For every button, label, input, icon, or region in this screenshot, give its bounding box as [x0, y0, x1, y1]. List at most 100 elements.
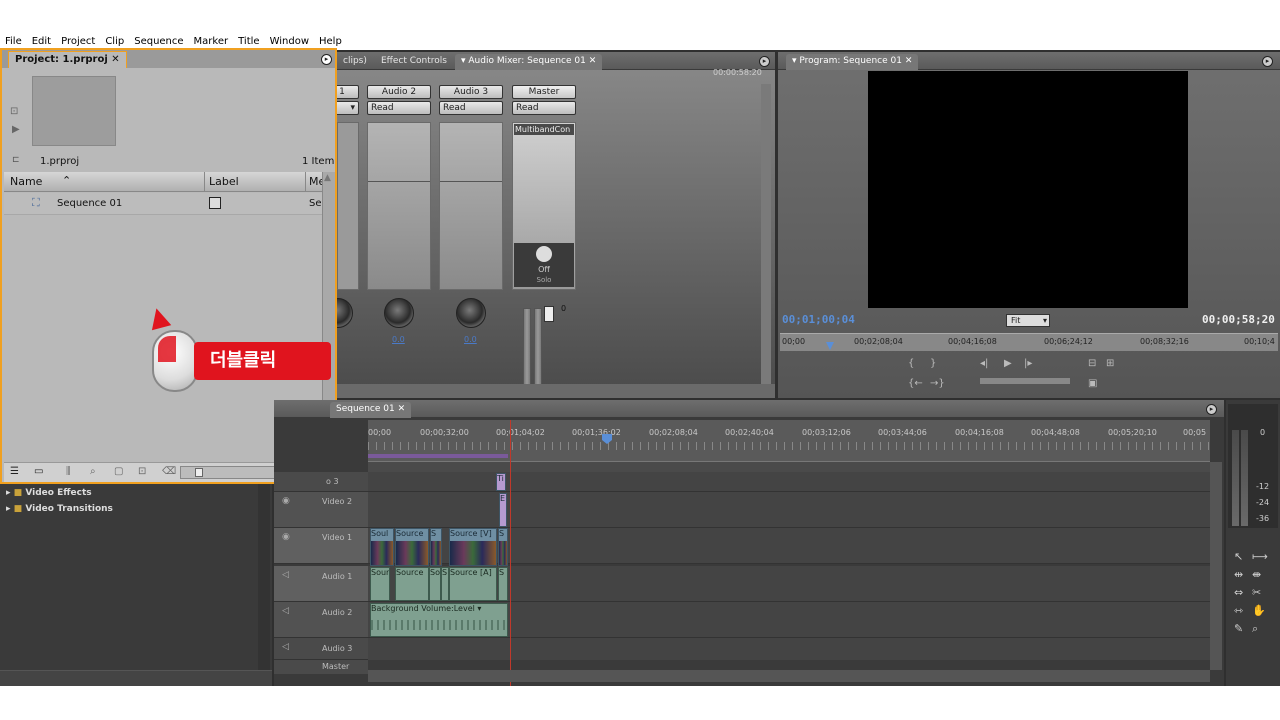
- track-select-tool-icon[interactable]: ⟼: [1252, 550, 1268, 563]
- audio-clip[interactable]: So: [429, 567, 441, 601]
- background-audio-clip[interactable]: Background Volume:Level ▾: [370, 603, 508, 637]
- new-bin-icon[interactable]: ▢: [114, 466, 123, 477]
- title-clip[interactable]: Ti: [496, 473, 506, 491]
- track-header-audio-3[interactable]: ◁ Audio 3: [274, 638, 368, 660]
- master-automation[interactable]: Read: [512, 101, 576, 115]
- channel-2-effects[interactable]: [367, 122, 431, 290]
- program-video-frame[interactable]: [868, 71, 1188, 308]
- panel-menu-icon[interactable]: ▸: [321, 54, 332, 65]
- audio-clip[interactable]: S: [441, 567, 449, 601]
- video-2-clip[interactable]: E: [499, 493, 507, 527]
- icon-view-icon[interactable]: ▭: [34, 466, 43, 477]
- video-clip[interactable]: S: [430, 528, 442, 566]
- hand-tool-icon[interactable]: ✋: [1252, 604, 1266, 617]
- tab-project[interactable]: Project: 1.prproj ✕: [8, 51, 127, 68]
- close-icon[interactable]: ✕: [111, 54, 119, 65]
- master-effects[interactable]: MultibandCon Off Solo: [512, 122, 576, 290]
- item-name[interactable]: Sequence 01: [57, 198, 122, 209]
- tab-effect-controls[interactable]: Effect Controls: [375, 54, 453, 70]
- track-lane[interactable]: [368, 492, 1210, 528]
- channel-3-pan-knob[interactable]: [456, 298, 486, 328]
- channel-3-pan-value[interactable]: 0.0: [464, 335, 477, 344]
- timeline-horizontal-scrollbar[interactable]: [368, 670, 1210, 682]
- ripple-edit-tool-icon[interactable]: ⇹: [1234, 568, 1243, 581]
- step-back-icon[interactable]: ◂|: [980, 358, 988, 369]
- master-fader-handle[interactable]: [544, 306, 554, 322]
- channel-2-pan-knob[interactable]: [384, 298, 414, 328]
- export-frame-icon[interactable]: ▣: [1088, 378, 1097, 389]
- track-header-video-2[interactable]: ◉ Video 2: [274, 492, 368, 528]
- chevron-right-icon[interactable]: ▸: [6, 488, 14, 498]
- chevron-right-icon[interactable]: ▸: [6, 504, 14, 514]
- fit-dropdown[interactable]: Fit ▾: [1006, 314, 1050, 327]
- tab-audio-mixer[interactable]: ▾ Audio Mixer: Sequence 01 ✕: [455, 54, 603, 70]
- label-swatch[interactable]: [209, 197, 221, 209]
- new-item-icon[interactable]: ⊡: [138, 466, 146, 477]
- video-clip[interactable]: S: [498, 528, 508, 566]
- eye-icon[interactable]: ◉: [282, 496, 290, 506]
- pen-tool-icon[interactable]: ✎: [1234, 622, 1243, 635]
- track-header-video-3[interactable]: o 3: [274, 472, 368, 492]
- rate-stretch-tool-icon[interactable]: ⇔: [1234, 586, 1243, 599]
- rolling-edit-tool-icon[interactable]: ⇼: [1252, 568, 1261, 581]
- play-icon[interactable]: ▶: [1004, 358, 1012, 369]
- tab-clips[interactable]: clips): [337, 54, 373, 70]
- mixer-scrollbar[interactable]: [761, 84, 771, 384]
- speaker-icon[interactable]: ◁: [282, 570, 289, 580]
- column-name[interactable]: Name: [10, 175, 42, 188]
- mark-in-icon[interactable]: {: [908, 358, 914, 369]
- eye-icon[interactable]: ◉: [282, 532, 290, 542]
- column-label[interactable]: Label: [209, 175, 239, 188]
- effects-item[interactable]: ▸ ■ Video Effects: [6, 488, 92, 498]
- track-header-audio-1[interactable]: ◁ Audio 1: [274, 566, 368, 602]
- panel-menu-icon[interactable]: ▸: [1262, 56, 1273, 67]
- automate-icon[interactable]: ⫼: [66, 466, 71, 477]
- track-lane[interactable]: [368, 472, 1210, 492]
- audio-clip[interactable]: Source [A]: [449, 567, 497, 601]
- speaker-icon[interactable]: ◁: [282, 642, 289, 652]
- channel-2-automation[interactable]: Read: [367, 101, 431, 115]
- lift-icon[interactable]: ⊟: [1088, 358, 1096, 369]
- channel-3-name[interactable]: Audio 3: [439, 85, 503, 99]
- find-icon[interactable]: ⌕: [90, 466, 96, 477]
- close-icon[interactable]: ✕: [589, 56, 597, 66]
- audio-clip[interactable]: Source: [395, 567, 429, 601]
- go-to-in-icon[interactable]: {←: [908, 378, 923, 389]
- selection-tool-icon[interactable]: ↖: [1234, 550, 1243, 563]
- play-icon[interactable]: ▶: [12, 124, 20, 135]
- video-clip[interactable]: Source: [395, 528, 429, 566]
- volume-level-label[interactable]: Volume:Level ▾: [421, 604, 481, 613]
- track-header-master[interactable]: Master: [274, 660, 368, 674]
- mixer-horizontal-scrollbar[interactable]: [337, 384, 775, 398]
- timeline-ruler[interactable]: 00;00 00;00;32;00 00;01;04;02 00;01;36;0…: [368, 420, 1210, 462]
- project-item-row[interactable]: ⛶ Sequence 01 Sec: [4, 193, 327, 215]
- timeline-scrollbar[interactable]: [1210, 462, 1222, 670]
- video-clip[interactable]: Source [V]: [449, 528, 497, 566]
- program-timecode-current[interactable]: 00;01;00;04: [782, 313, 855, 326]
- audio-clip[interactable]: S: [498, 567, 508, 601]
- track-lane[interactable]: [368, 638, 1210, 660]
- audio-clip[interactable]: Sour: [370, 567, 390, 601]
- jog-shuttle[interactable]: [980, 378, 1070, 384]
- work-area-bar[interactable]: [368, 454, 508, 458]
- tab-program[interactable]: ▾ Program: Sequence 01 ✕: [786, 54, 919, 70]
- effects-item[interactable]: ▸ ■ Video Transitions: [6, 504, 113, 514]
- zoom-slider-handle[interactable]: [195, 468, 203, 477]
- channel-2-name[interactable]: Audio 2: [367, 85, 431, 99]
- step-forward-icon[interactable]: |▸: [1024, 358, 1032, 369]
- go-to-out-icon[interactable]: →}: [930, 378, 945, 389]
- slip-tool-icon[interactable]: ⇿: [1234, 604, 1243, 617]
- master-name[interactable]: Master: [512, 85, 576, 99]
- folder-up-icon[interactable]: ⊏: [12, 155, 20, 165]
- effects-scrollbar[interactable]: [258, 484, 270, 670]
- razor-tool-icon[interactable]: ✂: [1252, 586, 1261, 599]
- close-icon[interactable]: ✕: [398, 404, 406, 414]
- close-icon[interactable]: ✕: [905, 56, 913, 66]
- panel-menu-icon[interactable]: ▸: [1206, 404, 1217, 415]
- knob-icon[interactable]: [536, 246, 552, 262]
- extract-icon[interactable]: ⊞: [1106, 358, 1114, 369]
- channel-3-effects[interactable]: [439, 122, 503, 290]
- list-view-icon[interactable]: ☰: [10, 466, 19, 477]
- tab-sequence[interactable]: Sequence 01 ✕: [330, 402, 412, 418]
- playhead-icon[interactable]: [826, 342, 834, 350]
